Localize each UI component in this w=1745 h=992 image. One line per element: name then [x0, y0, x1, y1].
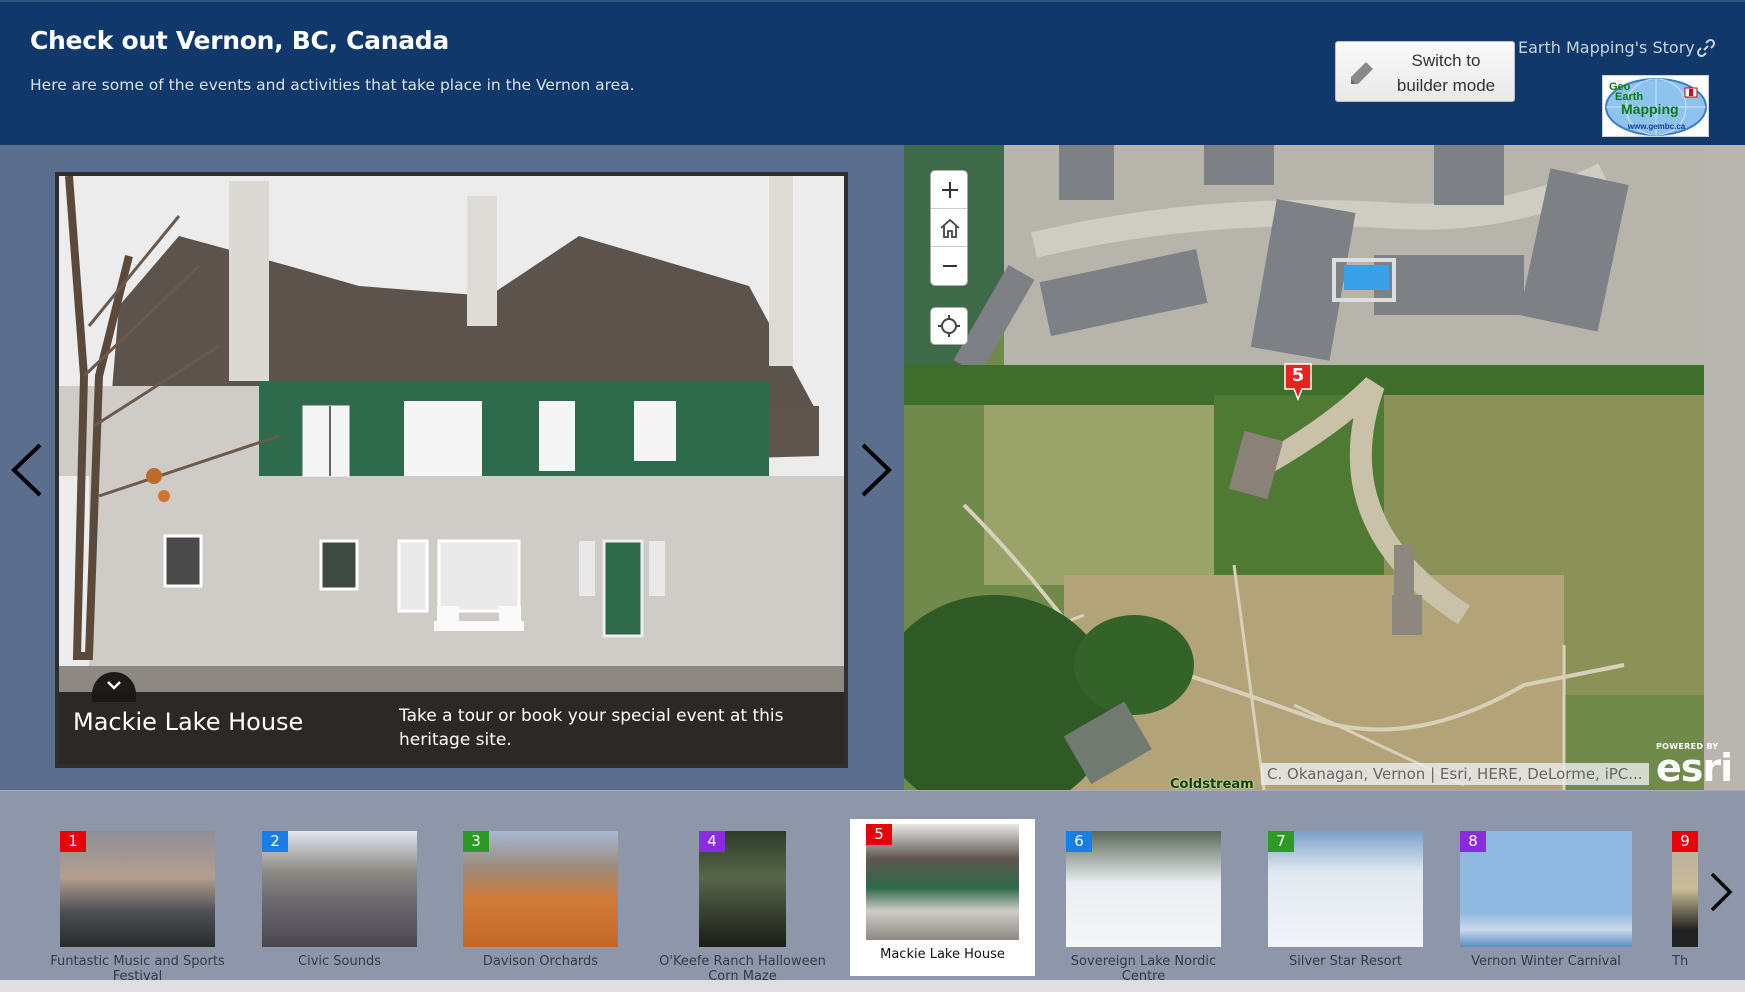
carousel-thumbnail-image: 9 — [1672, 831, 1698, 947]
carousel-next-button[interactable] — [1706, 870, 1736, 914]
carousel-item-label: Th — [1672, 954, 1689, 969]
carousel-item-6[interactable]: 6 Sovereign Lake Nordic Centre — [1066, 808, 1221, 984]
esri-logo-text: esri — [1656, 746, 1733, 790]
carousel-item-5[interactable]: 5 Mackie Lake House — [850, 819, 1035, 976]
thumbnail-carousel: 1 Funtastic Music and Sports Festival 2 Civ… — [0, 790, 1745, 992]
carousel-item-1[interactable]: 1 Funtastic Music and Sports Festival — [50, 808, 225, 984]
main-photo — [59, 176, 844, 764]
zoom-in-button[interactable] — [931, 171, 967, 209]
header: Check out Vernon, BC, Canada Here are so… — [0, 0, 1745, 145]
carousel-item-number-badge: 7 — [1268, 831, 1294, 852]
carousel-thumbnail-image: 2 — [262, 831, 417, 947]
switch-to-builder-label: Switch to builder mode — [1384, 48, 1508, 98]
switch-to-builder-button[interactable]: Switch to builder mode — [1335, 41, 1515, 102]
carousel-item-number-badge: 4 — [699, 831, 725, 852]
page-subtitle: Here are some of the events and activiti… — [30, 76, 635, 94]
minus-icon — [943, 265, 957, 267]
carousel-thumbnail-image: 3 — [463, 831, 618, 947]
home-button[interactable] — [931, 209, 967, 247]
media-frame: Mackie Lake House Take a tour or book yo… — [55, 172, 848, 768]
carousel-item-number-badge: 5 — [866, 824, 892, 845]
geo-earth-mapping-logo[interactable]: Geo Earth Mapping www.gembc.ca — [1602, 75, 1709, 137]
zoom-out-button[interactable] — [931, 247, 967, 285]
map-attribution[interactable]: C. Okanagan, Vernon | Esri, HERE, DeLorm… — [1261, 763, 1649, 785]
home-icon — [940, 218, 960, 238]
carousel-item-label: Davison Orchards — [482, 954, 599, 969]
carousel-thumbnail-image: 1 — [60, 831, 215, 947]
carousel-item-9[interactable]: 9 Th — [1672, 808, 1698, 969]
carousel-bottom-bar — [0, 980, 1745, 992]
carousel-item-label: Vernon Winter Carnival — [1471, 954, 1621, 969]
locate-icon — [938, 315, 960, 337]
map-marker-5[interactable]: 5 — [1284, 363, 1312, 403]
carousel-item-label: Civic Sounds — [298, 954, 381, 969]
carousel-item-number-badge: 9 — [1672, 831, 1698, 852]
carousel-item-number-badge: 8 — [1460, 831, 1486, 852]
carousel-item-3[interactable]: 3 Davison Orchards — [463, 808, 618, 969]
builder-label-line1: Switch to — [1411, 51, 1481, 70]
next-slide-button[interactable] — [855, 435, 895, 505]
carousel-item-label: Silver Star Resort — [1288, 954, 1403, 969]
carousel-item-number-badge: 6 — [1066, 831, 1092, 852]
carousel-item-label: Mackie Lake House — [880, 947, 1005, 962]
caption-bar: Mackie Lake House Take a tour or book yo… — [59, 692, 844, 764]
page-title: Check out Vernon, BC, Canada — [30, 26, 449, 55]
carousel-item-number-badge: 3 — [463, 831, 489, 852]
locate-button[interactable] — [930, 307, 968, 345]
story-link[interactable]: Earth Mapping's Story — [1518, 38, 1695, 57]
link-icon[interactable] — [1696, 38, 1716, 58]
carousel-thumbnail-image: 4 — [699, 831, 786, 947]
plus-icon — [942, 181, 958, 198]
caption-description: Take a tour or book your special event a… — [399, 706, 784, 750]
map[interactable] — [904, 145, 1745, 790]
previous-slide-button[interactable] — [8, 435, 48, 505]
carousel-item-4[interactable]: 4 O'Keefe Ranch Halloween Corn Maze — [659, 808, 826, 984]
carousel-thumbnail-image: 6 — [1066, 831, 1221, 947]
builder-label-line2: builder mode — [1396, 76, 1496, 95]
logo-url: www.gembc.ca — [1627, 122, 1686, 131]
chevron-down-icon — [107, 681, 121, 690]
carousel-item-number-badge: 1 — [60, 831, 86, 852]
carousel-thumbnail-image: 5 — [866, 824, 1019, 940]
carousel-thumbnail-image: 7 — [1268, 831, 1423, 947]
media-panel: Mackie Lake House Take a tour or book yo… — [0, 145, 904, 790]
marker-number: 5 — [1291, 365, 1305, 386]
carousel-item-7[interactable]: 7 Silver Star Resort — [1268, 808, 1423, 969]
carousel-item-number-badge: 2 — [262, 831, 288, 852]
caption-title: Mackie Lake House — [73, 708, 304, 736]
logo-line3: Mapping — [1621, 101, 1679, 117]
map-zoom-controls — [930, 170, 968, 286]
carousel-item-8[interactable]: 8 Vernon Winter Carnival — [1460, 808, 1632, 969]
esri-logo[interactable]: POWERED BY esri — [1656, 742, 1733, 790]
carousel-item-2[interactable]: 2 Civic Sounds — [262, 808, 417, 969]
carousel-thumbnail-image: 8 — [1460, 831, 1632, 947]
pencil-icon — [1351, 62, 1373, 84]
